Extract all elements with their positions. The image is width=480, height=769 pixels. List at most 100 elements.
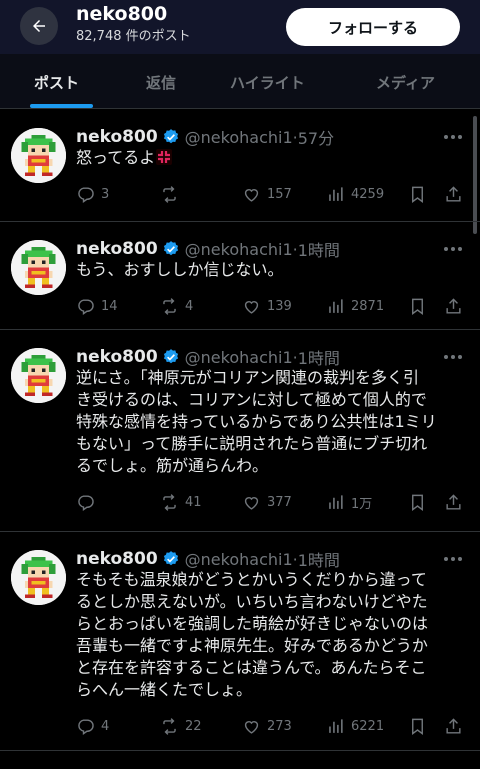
author-handle[interactable]: @nekohachi1 (185, 128, 293, 147)
views-count: 4259 (351, 187, 385, 202)
post[interactable]: neko800 @nekohachi1 · 1時間 もう、おすししか信じない。 14 4 13… (0, 221, 480, 329)
views-button[interactable]: 4259 (326, 185, 384, 204)
tab-posts[interactable]: ポスト (34, 72, 79, 93)
views-button[interactable]: 6221 (326, 717, 384, 736)
bookmark-button[interactable] (408, 493, 427, 512)
author-name[interactable]: neko800 (76, 347, 158, 367)
post[interactable]: neko800 @nekohachi1 · 57分 怒ってるよ 3 157 4259 (0, 109, 480, 221)
more-options-icon[interactable] (444, 132, 468, 142)
reply-button[interactable]: 3 (76, 185, 109, 204)
repost-button[interactable] (160, 185, 185, 204)
follow-button[interactable]: フォローする (286, 8, 460, 46)
post-meta: neko800 @nekohachi1 · 1時間 (76, 547, 340, 571)
share-button[interactable] (444, 185, 463, 204)
reply-icon (78, 187, 94, 203)
repost-button[interactable]: 22 (160, 717, 202, 736)
post-text-line: 特殊な感情を持っているからであり公共性は1ミリ (76, 411, 472, 433)
more-options-icon[interactable] (444, 244, 468, 254)
like-button[interactable]: 273 (242, 717, 292, 736)
post-time[interactable]: 1時間 (298, 237, 340, 261)
heart-icon (244, 189, 259, 202)
avatar[interactable] (11, 128, 66, 183)
reply-count: 14 (101, 299, 118, 314)
reply-icon (78, 719, 94, 735)
arrow-left-icon (33, 20, 45, 32)
share-icon (446, 718, 461, 734)
like-count: 377 (267, 495, 292, 510)
bookmark-button[interactable] (408, 185, 427, 204)
reply-count: 3 (101, 187, 110, 202)
tab-highlights[interactable]: ハイライト (230, 72, 305, 93)
share-button[interactable] (444, 717, 463, 736)
divider (0, 750, 480, 751)
post-text-content: らへん一緒くたでしょ。 (76, 680, 253, 699)
profile-header: neko800 82,748 件のポスト フォローする (0, 0, 480, 54)
repost-button[interactable]: 4 (160, 297, 193, 316)
verified-badge-icon (163, 241, 178, 256)
bookmark-button[interactable] (408, 717, 427, 736)
like-count: 139 (267, 299, 292, 314)
reply-button[interactable] (76, 493, 101, 512)
post-text-content: もう、おすししか信じない。 (76, 260, 284, 279)
repost-count: 22 (185, 719, 202, 734)
profile-name: neko800 (76, 3, 168, 25)
back-button[interactable] (20, 7, 58, 45)
like-button[interactable]: 157 (242, 185, 292, 204)
post-text: 逆にさ。「神原元がコリアン関連の裁判を多く引 き受けるのは、コリアンに対して極めて… (76, 367, 472, 477)
post-text-content: 吾輩も一緒ですよ神原先生。好みであるかどうか (76, 636, 428, 655)
bookmark-icon (412, 186, 423, 204)
avatar[interactable] (11, 348, 66, 403)
views-button[interactable]: 1万 (326, 493, 372, 512)
tab-replies[interactable]: 返信 (146, 72, 176, 93)
author-name[interactable]: neko800 (76, 549, 158, 569)
avatar[interactable] (11, 550, 66, 605)
reply-button[interactable]: 4 (76, 717, 109, 736)
views-chart-icon (329, 299, 343, 313)
avatar[interactable] (11, 240, 66, 295)
views-button[interactable]: 2871 (326, 297, 384, 316)
post-time[interactable]: 1時間 (298, 547, 340, 571)
bookmark-button[interactable] (408, 297, 427, 316)
bookmark-icon (412, 718, 423, 736)
verified-badge-icon (163, 129, 178, 144)
post[interactable]: neko800 @nekohachi1 · 1時間 逆にさ。「神原元がコリアン関連の裁判… (0, 329, 480, 531)
share-button[interactable] (444, 493, 463, 512)
post-actions: 14 4 139 2871 (0, 297, 480, 319)
share-button[interactable] (444, 297, 463, 316)
post-text-line: 怒ってるよ (76, 147, 472, 169)
reply-count: 4 (101, 719, 110, 734)
author-handle[interactable]: @nekohachi1 (185, 550, 293, 569)
author-name[interactable]: neko800 (76, 239, 158, 259)
like-button[interactable]: 139 (242, 297, 292, 316)
author-handle[interactable]: @nekohachi1 (185, 348, 293, 367)
more-options-icon[interactable] (444, 352, 468, 362)
reply-icon (78, 299, 94, 315)
post-text-content: 逆にさ。「神原元がコリアン関連の裁判を多く引 (76, 368, 420, 387)
post-time[interactable]: 1時間 (298, 345, 340, 369)
post-text-content: らとおっぱいを強調した萌絵が好きじゃないのは (76, 614, 429, 633)
post-actions: 41 377 1万 (0, 493, 480, 515)
reply-button[interactable]: 14 (76, 297, 118, 316)
views-count: 6221 (351, 719, 385, 734)
like-button[interactable]: 377 (242, 493, 292, 512)
post-text-line: るとしか思えないが。いちいち言わないけどやた (76, 591, 472, 613)
repost-button[interactable]: 41 (160, 493, 202, 512)
post-text-content: そもそも温泉娘がどうとかいうくだりから違って (76, 570, 427, 589)
post-text-line: らとおっぱいを強調した萌絵が好きじゃないのは (76, 613, 472, 635)
repost-icon (163, 186, 176, 203)
tab-media[interactable]: メディア (376, 72, 435, 93)
author-handle[interactable]: @nekohachi1 (185, 240, 293, 259)
post-count: 82,748 件のポスト (76, 29, 191, 44)
repost-icon (163, 718, 176, 735)
post-actions: 4 22 273 6221 (0, 717, 480, 739)
views-count: 1万 (351, 497, 373, 512)
more-options-icon[interactable] (444, 554, 468, 564)
like-count: 157 (267, 187, 292, 202)
views-chart-icon (329, 495, 343, 509)
post[interactable]: neko800 @nekohachi1 · 1時間 そもそも温泉娘がどうとかいうくだりか… (0, 531, 480, 750)
views-chart-icon (329, 719, 343, 733)
author-name[interactable]: neko800 (76, 127, 158, 147)
share-icon (446, 494, 461, 510)
post-time[interactable]: 57分 (298, 125, 334, 149)
share-icon (446, 186, 461, 202)
